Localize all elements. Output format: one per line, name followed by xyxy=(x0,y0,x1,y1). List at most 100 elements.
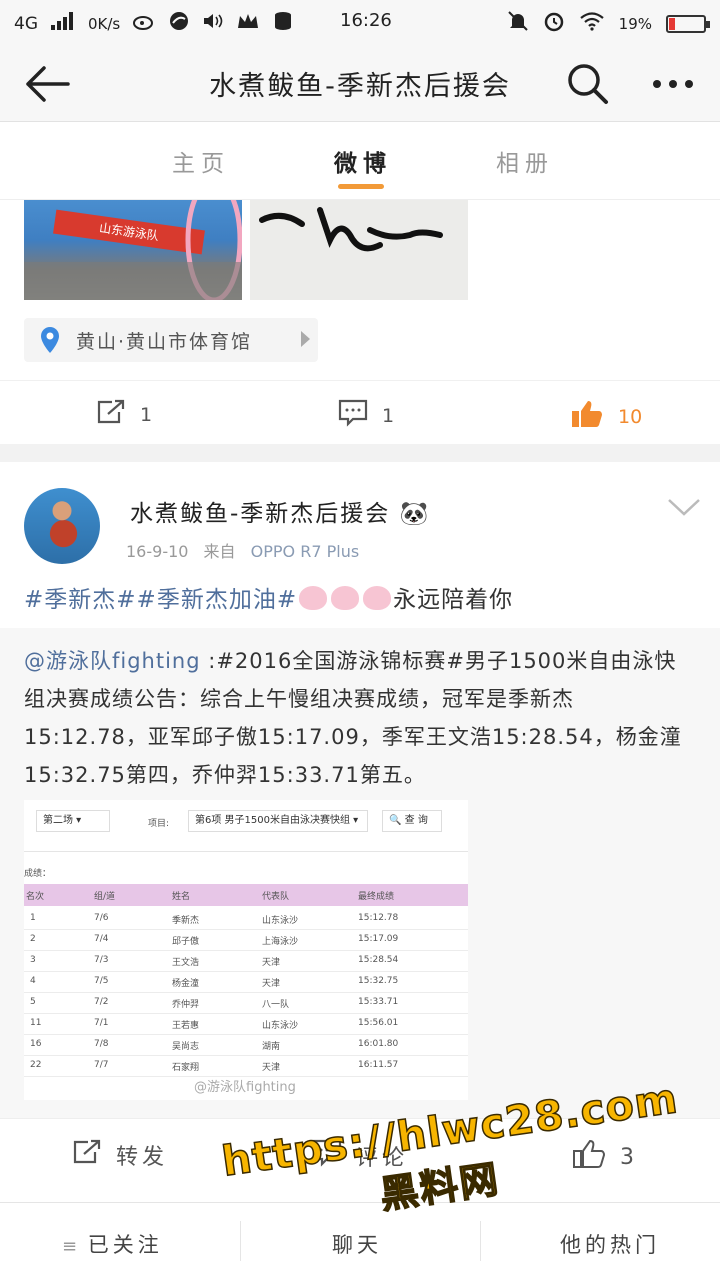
results-filter-bar: 第二场 ▾ 项目: 第6项 男子1500米自由泳决赛快组 ▾ 🔍 查 询 xyxy=(24,800,468,852)
table-cell: 16:01.80 xyxy=(358,1039,399,1049)
table-cell: 季新杰 xyxy=(172,916,200,926)
table-row: 11 7/1 王若惠 山东泳沙 15:56.01 xyxy=(24,1013,468,1035)
follow-label: 已关注 xyxy=(87,1233,163,1257)
thumbs-up-icon xyxy=(570,399,604,434)
active-tab-indicator xyxy=(338,184,384,189)
table-row: 22 7/7 石家翔 天津 16:11.57 xyxy=(24,1055,468,1077)
comment-button[interactable]: 1 xyxy=(338,399,394,432)
like-button[interactable]: 10 xyxy=(570,399,642,434)
chevron-down-icon[interactable] xyxy=(666,496,702,518)
session-select: 第二场 ▾ xyxy=(36,810,110,832)
table-cell: 4 xyxy=(30,976,36,986)
table-cell: 王若惠 xyxy=(172,1021,200,1031)
session-value: 第二场 xyxy=(43,815,73,826)
wifi-icon xyxy=(579,11,605,36)
post-photo-team[interactable]: 山东游泳队 xyxy=(24,200,242,300)
table-cell: 八一队 xyxy=(262,1000,290,1010)
alarm-icon xyxy=(543,10,565,37)
table-cell: 7/1 xyxy=(94,1018,109,1028)
column-header: 姓名 xyxy=(172,892,191,902)
location-tag[interactable]: 黄山·黄山市体育馆 xyxy=(24,318,318,362)
table-cell: 15:56.01 xyxy=(358,1018,399,1028)
search-icon[interactable] xyxy=(566,62,610,106)
arrow-left-icon[interactable] xyxy=(24,64,70,104)
table-cell: 2 xyxy=(30,934,36,944)
mention-link[interactable]: @游泳队fighting xyxy=(24,649,201,673)
battery-icon xyxy=(666,14,710,33)
repost-button[interactable]: 转发 xyxy=(72,1139,168,1171)
table-cell: 吴尚志 xyxy=(172,1042,200,1052)
tab-home[interactable]: 主页 xyxy=(172,144,230,178)
hashtag-link[interactable]: #季新杰##季新杰加油# xyxy=(24,587,297,613)
post-photo-signature[interactable] xyxy=(250,200,468,300)
hot-posts-button[interactable]: 他的热门 xyxy=(560,1229,660,1259)
storage-icon xyxy=(272,10,294,37)
table-cell: 22 xyxy=(30,1060,42,1070)
table-row: 5 7/2 乔仲羿 八一队 15:33.71 xyxy=(24,992,468,1014)
table-cell: 7/8 xyxy=(94,1039,109,1049)
table-cell: 天津 xyxy=(262,1063,281,1073)
weibo-notify-icon xyxy=(132,11,156,36)
table-cell: 7/6 xyxy=(94,913,109,923)
signal-icon xyxy=(50,11,76,36)
location-pin-icon xyxy=(24,318,76,362)
table-cell: 1 xyxy=(30,913,36,923)
table-cell: 7/7 xyxy=(94,1060,109,1070)
image-watermark: @游泳队fighting xyxy=(194,1080,296,1095)
status-bar: 4G 0K/s 16:26 19% xyxy=(0,0,720,44)
pig-emoji-icon xyxy=(299,586,328,610)
post-source[interactable]: OPPO R7 Plus xyxy=(251,542,360,561)
avatar[interactable] xyxy=(24,488,100,564)
table-cell: 天津 xyxy=(262,979,281,989)
table-cell: 上海泳沙 xyxy=(262,937,299,947)
column-header: 代表队 xyxy=(262,892,290,902)
table-cell: 石家翔 xyxy=(172,1063,200,1073)
post-text: #季新杰##季新杰加油# 永远陪着你 xyxy=(24,580,513,614)
column-header: 最终成绩 xyxy=(358,892,395,902)
comment-count: 1 xyxy=(382,404,395,427)
reposted-content[interactable]: @游泳队fighting :#2016全国游泳锦标赛#男子1500米自由泳快组决… xyxy=(0,628,720,1118)
repost-icon xyxy=(72,1139,102,1171)
table-row: 1 7/6 季新杰 山东泳沙 15:12.78 xyxy=(24,908,468,930)
like-count: 10 xyxy=(618,405,643,428)
menu-lines-icon: ≡ xyxy=(62,1236,78,1257)
repost-count: 1 xyxy=(140,403,153,426)
repost-label: 转发 xyxy=(116,1145,169,1170)
query-label: 查 询 xyxy=(404,815,428,826)
table-cell: 7/4 xyxy=(94,934,109,944)
table-cell: 湖南 xyxy=(262,1042,281,1052)
location-text: 黄山·黄山市体育馆 xyxy=(76,330,253,353)
follow-status-button[interactable]: ≡ 已关注 xyxy=(62,1229,163,1259)
table-cell: 山东泳沙 xyxy=(262,916,299,926)
tab-weibo[interactable]: 微博 xyxy=(334,144,392,178)
table-cell: 7/2 xyxy=(94,997,109,1007)
post-card-previous: 山东游泳队 黄山·黄山市体育馆 1 1 10 xyxy=(0,200,720,444)
mute-bell-icon xyxy=(507,10,529,37)
from-label: 来自 xyxy=(203,542,236,561)
table-row: 16 7/8 吴尚志 湖南 16:01.80 xyxy=(24,1034,468,1056)
table-cell: 山东泳沙 xyxy=(262,1021,299,1031)
table-cell: 15:33.71 xyxy=(358,997,399,1007)
tab-album[interactable]: 相册 xyxy=(496,144,554,178)
more-dots-icon[interactable] xyxy=(650,66,696,102)
query-button: 🔍 查 询 xyxy=(382,810,442,832)
table-row: 4 7/5 杨金潼 天津 15:32.75 xyxy=(24,971,468,993)
post-actions: 1 1 10 xyxy=(0,380,720,444)
net-speed: 0K/s xyxy=(88,14,121,33)
network-indicator: 4G xyxy=(14,13,38,34)
volume-icon xyxy=(202,11,224,36)
page-title: 水煮鲅鱼-季新杰后援会 xyxy=(209,71,511,102)
battery-fill xyxy=(669,17,676,30)
post-date: 16-9-10 xyxy=(126,542,189,561)
results-table-image[interactable]: 第二场 ▾ 项目: 第6项 男子1500米自由泳决赛快组 ▾ 🔍 查 询 成绩：… xyxy=(24,800,468,1100)
pig-emoji-icon xyxy=(331,586,360,610)
username-text: 水煮鲅鱼-季新杰后援会 xyxy=(130,501,391,527)
event-label: 项目: xyxy=(148,819,170,829)
chevron-right-icon xyxy=(301,331,310,347)
repost-button[interactable]: 1 xyxy=(96,399,152,430)
app-notify-icon xyxy=(168,10,190,37)
top-navbar: 水煮鲅鱼-季新杰后援会 xyxy=(0,44,720,122)
comment-icon xyxy=(338,399,368,432)
crown-icon xyxy=(236,12,260,35)
post-username[interactable]: 水煮鲅鱼-季新杰后援会 🐼 xyxy=(130,494,430,528)
